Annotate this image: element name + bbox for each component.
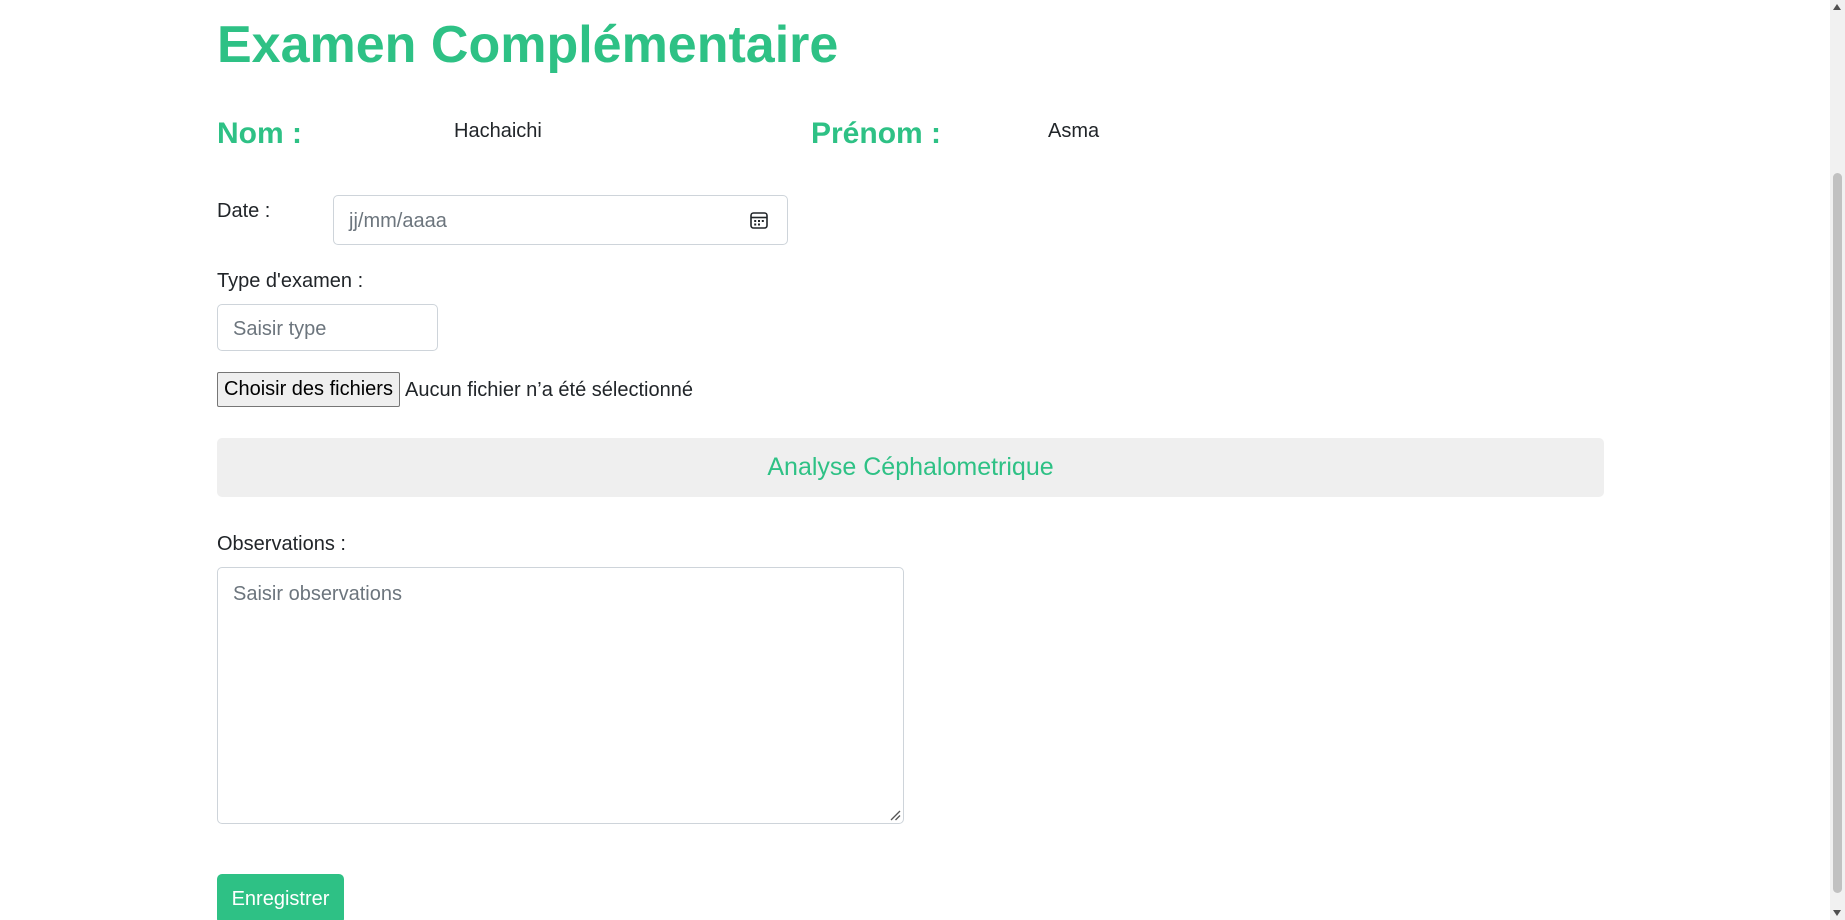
page-title: Examen Complémentaire [217, 16, 839, 74]
calendar-icon[interactable] [749, 210, 769, 230]
scroll-down-arrow-icon[interactable] [1833, 910, 1841, 916]
choose-files-button[interactable]: Choisir des fichiers [217, 372, 400, 407]
nom-label: Nom : [217, 117, 302, 150]
date-placeholder: jj/mm/aaaa [349, 210, 447, 232]
analyse-label: Analyse Céphalometrique [767, 453, 1054, 481]
vertical-scrollbar[interactable] [1830, 0, 1845, 920]
prenom-value: Asma [1048, 120, 1100, 142]
date-label: Date : [217, 200, 271, 222]
observations-placeholder: Saisir observations [233, 583, 402, 605]
date-input[interactable]: jj/mm/aaaa [333, 195, 788, 245]
prenom-label: Prénom : [811, 117, 942, 150]
exam-form-page: Examen Complémentaire Nom : Hachaichi Pr… [0, 0, 1845, 920]
type-label: Type d'examen : [217, 270, 364, 292]
analyse-cephalometrique-button[interactable]: Analyse Céphalometrique [217, 438, 1604, 497]
scroll-up-arrow-icon[interactable] [1833, 4, 1841, 10]
type-placeholder: Saisir type [233, 318, 327, 340]
type-input[interactable]: Saisir type [217, 304, 438, 351]
resize-handle-icon[interactable] [889, 809, 901, 821]
nom-value: Hachaichi [454, 120, 542, 142]
observations-label: Observations : [217, 533, 346, 555]
save-button[interactable]: Enregistrer [217, 874, 344, 920]
observations-textarea[interactable]: Saisir observations [217, 567, 904, 824]
file-status-text: Aucun fichier n’a été sélectionné [405, 379, 693, 401]
scroll-thumb[interactable] [1833, 173, 1842, 893]
